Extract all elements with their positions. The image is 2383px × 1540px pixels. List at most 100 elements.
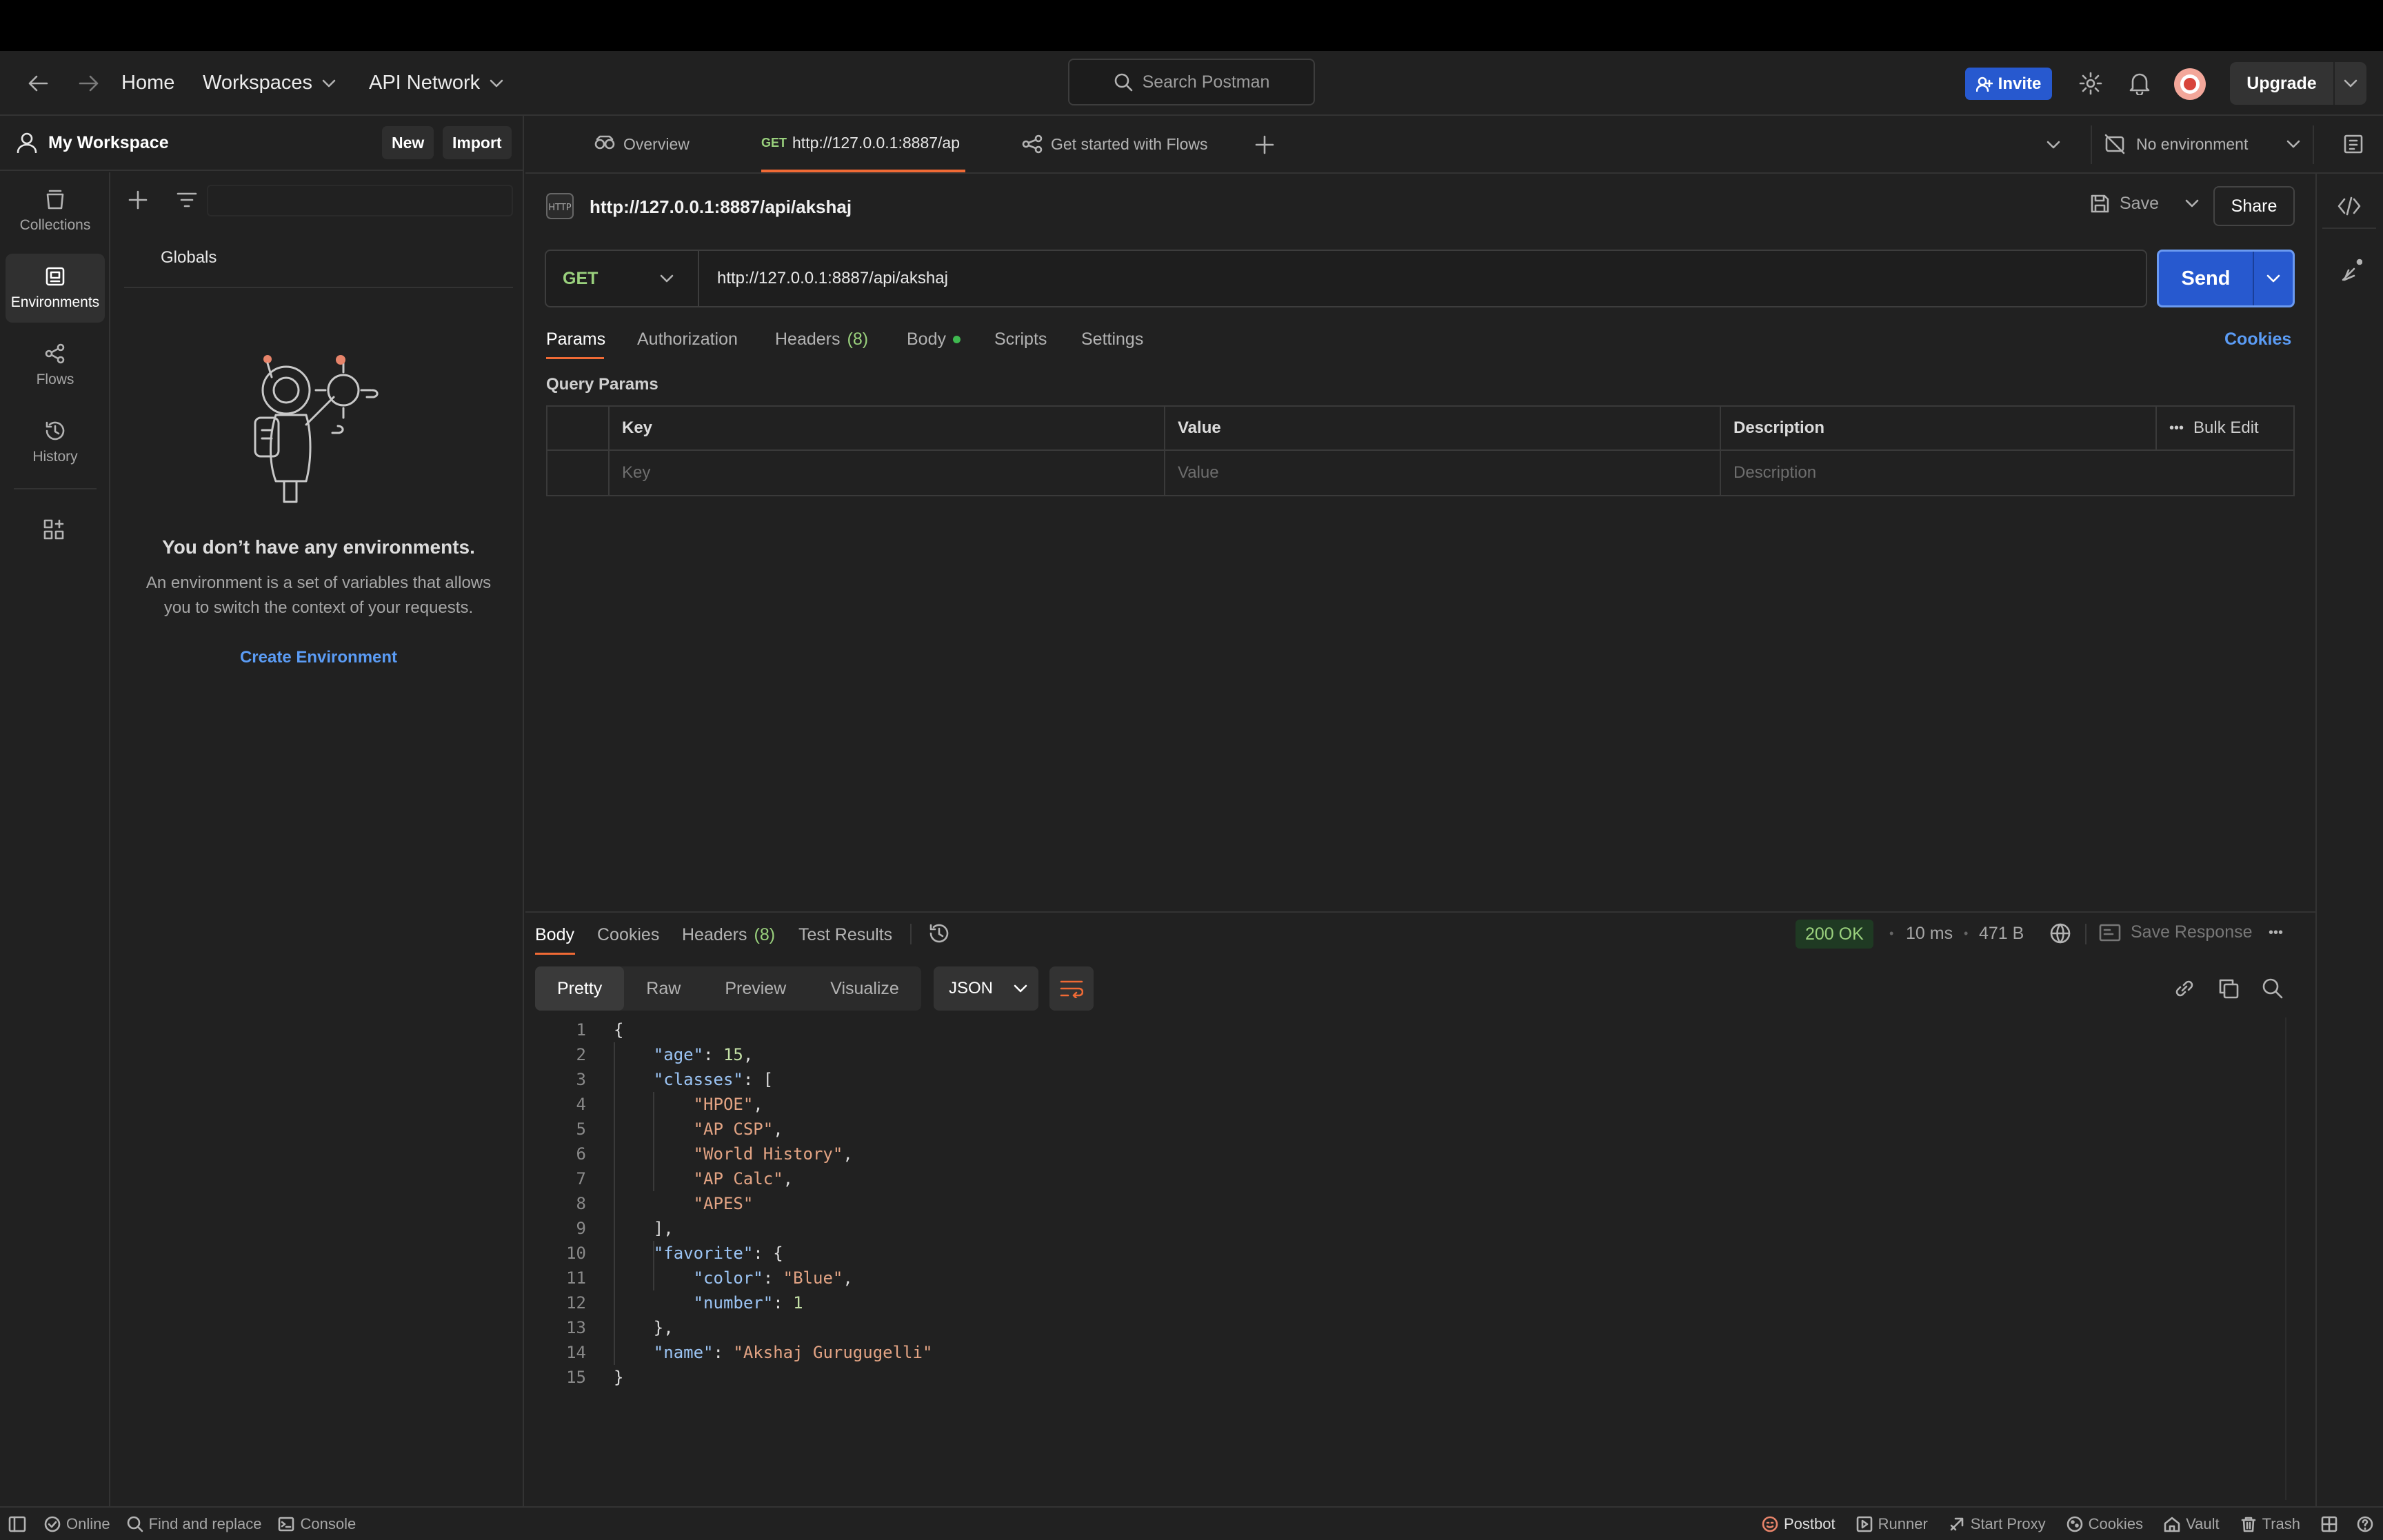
- method-select[interactable]: GET: [546, 251, 699, 306]
- sidebar-item-environments[interactable]: Environments: [6, 254, 105, 323]
- invite-button[interactable]: Invite: [1965, 68, 2052, 100]
- response-code-view[interactable]: 1 2 3 4 5 6 7 8 9 10 11 12 13 14 15 { "a…: [531, 1017, 2289, 1404]
- search-input[interactable]: Search Postman: [1068, 59, 1315, 105]
- nav-workspaces[interactable]: Workspaces: [203, 72, 336, 94]
- tab-headers[interactable]: Headers (8): [775, 330, 868, 349]
- filter-icon[interactable]: [177, 192, 197, 208]
- view-mode-pretty[interactable]: Pretty: [535, 966, 625, 1011]
- sidebar-item-history[interactable]: History: [6, 408, 105, 477]
- start-proxy-button[interactable]: Start Proxy: [1949, 1515, 2046, 1533]
- tabs-overflow-chevron-icon[interactable]: [2047, 141, 2060, 149]
- flows-icon: [1022, 134, 1043, 154]
- response-more-options-icon[interactable]: •••: [2269, 925, 2283, 941]
- tab-request[interactable]: GET http://127.0.0.1:8887/ap: [761, 116, 965, 172]
- description-input[interactable]: Description: [1721, 451, 2291, 495]
- tab-headers-label: Headers: [775, 330, 841, 349]
- send-options-dropdown[interactable]: [2253, 252, 2293, 305]
- chevron-down-icon: [322, 79, 336, 87]
- send-button[interactable]: Send: [2159, 267, 2253, 290]
- share-button[interactable]: Share: [2213, 186, 2295, 226]
- response-tab-body[interactable]: Body: [535, 925, 574, 945]
- response-tab-test-results[interactable]: Test Results: [798, 925, 892, 945]
- avatar[interactable]: [2173, 68, 2206, 101]
- layout-icon[interactable]: [2321, 1516, 2337, 1532]
- upgrade-dropdown[interactable]: [2333, 62, 2366, 105]
- response-tab-headers[interactable]: Headers (8): [682, 925, 775, 945]
- copy-link-icon[interactable]: [2173, 977, 2195, 1000]
- collections-icon: [46, 190, 64, 210]
- response-divider[interactable]: [525, 911, 2315, 913]
- globals-item[interactable]: Globals: [161, 248, 217, 267]
- tab-scripts[interactable]: Scripts: [994, 330, 1047, 349]
- separator-dot: •: [1889, 926, 1894, 940]
- related-icon[interactable]: [2342, 258, 2362, 281]
- sidebar-item-collections[interactable]: Collections: [6, 176, 105, 245]
- url-input[interactable]: http://127.0.0.1:8887/api/akshaj: [699, 269, 948, 288]
- back-arrow-icon[interactable]: [28, 74, 48, 92]
- forward-arrow-icon[interactable]: [79, 74, 99, 92]
- trash-button[interactable]: Trash: [2240, 1515, 2300, 1533]
- cookies-link[interactable]: Cookies: [2224, 330, 2291, 349]
- configure-sidebar-icon[interactable]: [43, 518, 65, 540]
- nav-home[interactable]: Home: [121, 72, 174, 94]
- more-options-icon[interactable]: •••: [2169, 421, 2184, 436]
- create-environment-link[interactable]: Create Environment: [124, 648, 513, 667]
- new-tab-icon[interactable]: [1255, 135, 1274, 154]
- import-button[interactable]: Import: [443, 126, 512, 159]
- request-title[interactable]: http://127.0.0.1:8887/api/akshaj: [590, 196, 852, 218]
- code-line: }: [614, 1368, 624, 1387]
- wrap-lines-button[interactable]: [1049, 966, 1094, 1011]
- cookies-button[interactable]: Cookies: [2067, 1515, 2143, 1533]
- search-response-icon[interactable]: [2262, 977, 2284, 1000]
- toggle-sidebar-icon[interactable]: [8, 1516, 26, 1532]
- save-response-button[interactable]: Save Response: [2099, 922, 2253, 942]
- tab-settings[interactable]: Settings: [1081, 330, 1143, 349]
- tab-overview[interactable]: Overview: [594, 116, 690, 172]
- online-status[interactable]: Online: [44, 1515, 110, 1533]
- view-mode-preview[interactable]: Preview: [703, 966, 808, 1011]
- response-size[interactable]: 471 B: [1979, 924, 2024, 944]
- divider: [2085, 924, 2087, 944]
- network-globe-icon[interactable]: [2049, 922, 2071, 944]
- value-input[interactable]: Value: [1165, 451, 1721, 495]
- console-button[interactable]: Console: [278, 1515, 356, 1533]
- save-button[interactable]: Save: [2089, 193, 2199, 214]
- notes-icon[interactable]: [2343, 134, 2364, 154]
- add-icon[interactable]: [128, 190, 148, 210]
- view-mode-visualize[interactable]: Visualize: [808, 966, 921, 1011]
- checkbox-cell[interactable]: [547, 451, 610, 495]
- settings-gear-icon[interactable]: [2079, 72, 2102, 95]
- code-line: "classes": [: [653, 1070, 774, 1089]
- response-history-icon[interactable]: [928, 922, 950, 944]
- vault-button[interactable]: Vault: [2164, 1515, 2220, 1533]
- help-icon[interactable]: [2357, 1516, 2373, 1532]
- filter-input[interactable]: [207, 185, 513, 216]
- response-time[interactable]: 10 ms: [1906, 924, 1953, 944]
- code-line: "AP CSP",: [693, 1119, 783, 1139]
- status-badge[interactable]: 200 OK: [1796, 920, 1873, 949]
- line-numbers: 1 2 3 4 5 6 7 8 9 10 11 12 13 14 15: [531, 1017, 586, 1390]
- trash-icon: [2241, 1517, 2255, 1532]
- bulk-edit-button[interactable]: ••• Bulk Edit: [2157, 418, 2293, 438]
- tab-authorization[interactable]: Authorization: [637, 330, 738, 349]
- key-input[interactable]: Key: [610, 451, 1165, 495]
- divider: [124, 287, 513, 288]
- view-mode-raw[interactable]: Raw: [624, 966, 703, 1011]
- environment-selector[interactable]: No environment: [2104, 116, 2383, 172]
- tab-body[interactable]: Body: [907, 330, 961, 349]
- tab-flows[interactable]: Get started with Flows: [1022, 116, 1208, 172]
- sidebar-item-flows[interactable]: Flows: [6, 331, 105, 400]
- new-button[interactable]: New: [382, 126, 434, 159]
- notification-bell-icon[interactable]: [2129, 72, 2150, 95]
- find-replace-button[interactable]: Find and replace: [127, 1515, 261, 1533]
- format-select[interactable]: JSON: [934, 966, 1038, 1011]
- response-tab-cookies[interactable]: Cookies: [597, 925, 659, 945]
- runner-button[interactable]: Runner: [1856, 1515, 1928, 1533]
- postbot-button[interactable]: Postbot: [1762, 1515, 1836, 1533]
- scrollbar-track[interactable]: [2285, 1017, 2286, 1500]
- upgrade-button[interactable]: Upgrade: [2230, 62, 2366, 105]
- copy-icon[interactable]: [2218, 977, 2240, 1000]
- nav-api-network[interactable]: API Network: [369, 72, 503, 94]
- tab-params[interactable]: Params: [546, 330, 605, 349]
- code-snippet-icon[interactable]: [2337, 196, 2361, 216]
